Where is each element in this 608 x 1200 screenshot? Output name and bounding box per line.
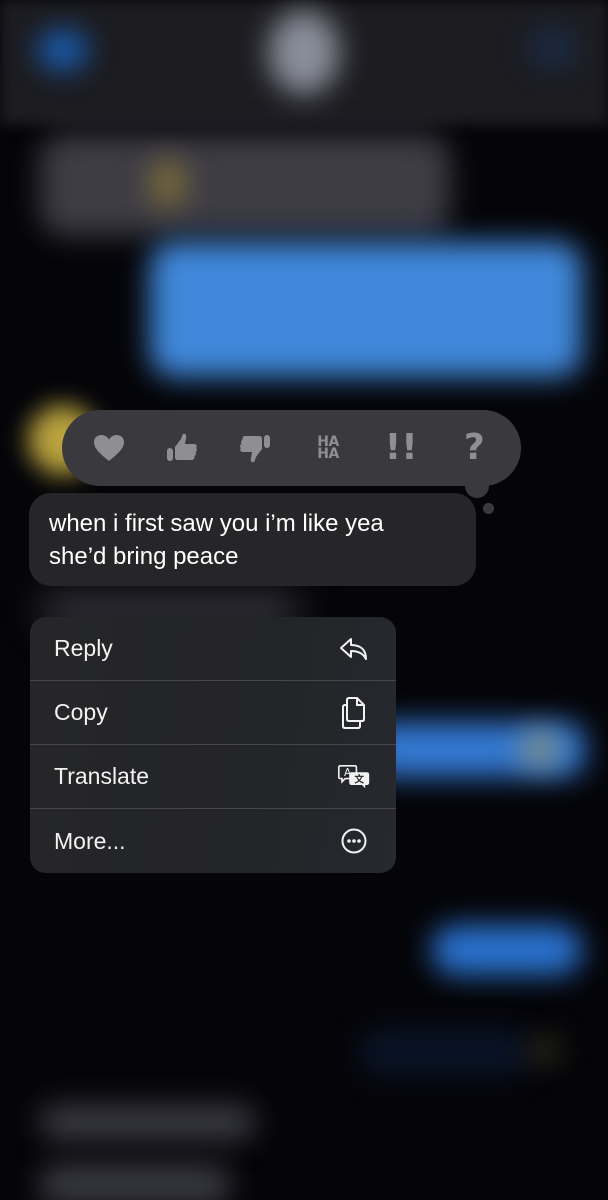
- blurred-conversation-background: [0, 0, 608, 1200]
- reaction-emphasize[interactable]: !!: [376, 423, 426, 473]
- message-text-line: she’d bring peace: [49, 543, 239, 570]
- menu-item-more[interactable]: More...: [30, 809, 396, 873]
- back-button: [38, 30, 88, 70]
- heart-icon: [93, 435, 124, 461]
- menu-item-label: More...: [54, 827, 126, 854]
- menu-item-label: Reply: [54, 635, 113, 661]
- received-message-bubble: [40, 135, 450, 235]
- sent-message-bubble: [432, 925, 582, 975]
- tapback-tail: [483, 503, 494, 514]
- menu-item-reply[interactable]: Reply: [30, 617, 396, 681]
- copy-icon: [338, 696, 370, 729]
- thumbs-down-icon: [239, 435, 270, 463]
- message-context-menu: Reply Copy Translate A 文 More...: [30, 617, 396, 873]
- reaction-question[interactable]: ?: [449, 423, 499, 473]
- haha-icon: HA HA: [317, 435, 339, 462]
- thumbs-up-icon: [166, 433, 197, 461]
- translate-icon: A 文: [338, 761, 370, 793]
- sent-message-bubble: [360, 1030, 530, 1075]
- video-call-button: [528, 28, 578, 68]
- more-icon: [338, 825, 370, 857]
- reaction-heart[interactable]: [84, 423, 134, 473]
- reaction-thumbs-up[interactable]: [157, 423, 207, 473]
- menu-item-copy[interactable]: Copy: [30, 681, 396, 745]
- menu-item-label: Copy: [54, 699, 108, 725]
- received-message-bubble: [40, 1105, 255, 1140]
- svg-text:文: 文: [353, 773, 364, 785]
- received-message-bubble: [40, 1165, 230, 1200]
- haha-line: HA: [317, 446, 339, 462]
- selected-message-bubble: when i first saw you i’m like yea she’d …: [29, 493, 476, 586]
- double-exclamation-icon: !!: [384, 427, 418, 468]
- question-icon: ?: [463, 427, 485, 468]
- tapback-reaction-bar: HA HA !! ?: [62, 410, 521, 486]
- emoji: [148, 158, 188, 208]
- menu-item-translate[interactable]: Translate A 文: [30, 745, 396, 809]
- sent-message-bubble: [150, 242, 582, 377]
- reaction-thumbs-down[interactable]: [230, 423, 280, 473]
- emoji: [530, 1035, 560, 1065]
- menu-item-label: Translate: [54, 763, 150, 789]
- reply-icon: [338, 633, 370, 665]
- emoji: [520, 730, 560, 768]
- message-text-line: when i first saw you i’m like yea: [49, 510, 384, 537]
- contact-avatar: [268, 10, 340, 95]
- reaction-haha[interactable]: HA HA: [303, 423, 353, 473]
